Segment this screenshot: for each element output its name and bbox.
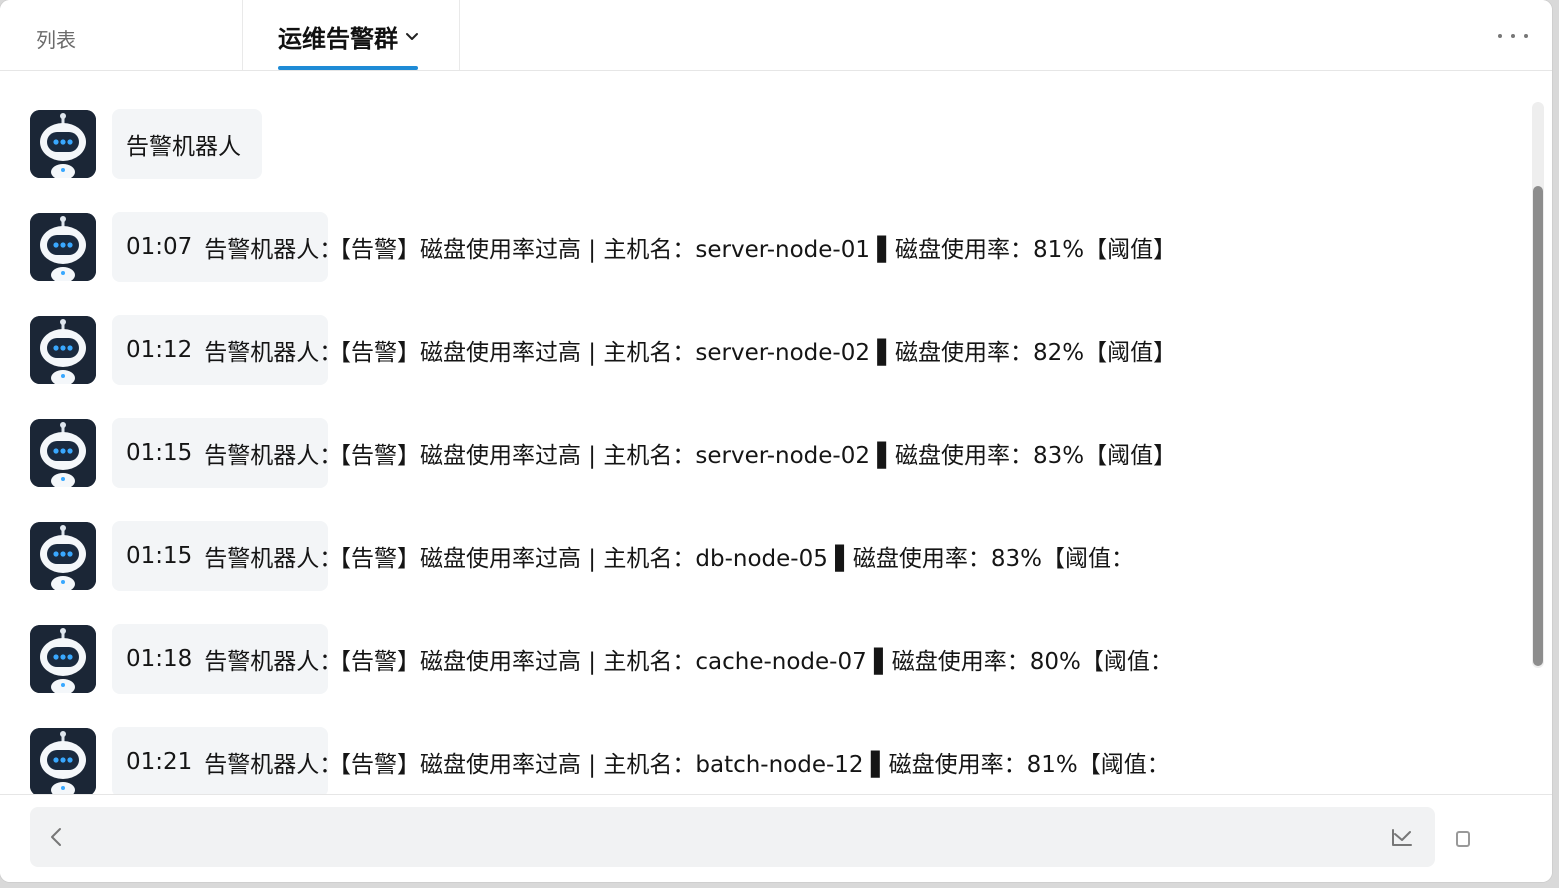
scrollbar-thumb[interactable]	[1533, 186, 1543, 666]
sender-name: 告警机器人：	[204, 752, 343, 778]
send-icon[interactable]	[1391, 826, 1413, 848]
message-text: 【告警】磁盘使用率过高 | 主机名：db-node-05 ▌磁盘使用率：83%【…	[328, 546, 1134, 572]
message-input[interactable]	[30, 807, 1435, 867]
message-item: 01:21 告警机器人： 【告警】磁盘使用率过高 | 主机名：batch-nod…	[30, 727, 1170, 794]
message-text: 【告警】磁盘使用率过高 | 主机名：batch-node-12 ▌磁盘使用率：8…	[328, 752, 1170, 778]
message-item: 告警机器人	[30, 109, 262, 179]
attachment-icon[interactable]	[1456, 831, 1470, 847]
tab-group-label: 运维告警群	[278, 24, 398, 53]
robot-avatar-icon[interactable]	[30, 213, 96, 281]
sender-name: 告警机器人：	[204, 649, 343, 675]
message-text: 【告警】磁盘使用率过高 | 主机名：server-node-01 ▌磁盘使用率：…	[328, 237, 1177, 263]
chat-window: 列表 运维告警群 告警机器人 01:07 告警机器人： 【告警】磁盘使用率过高 …	[0, 0, 1552, 882]
message-item: 01:12 告警机器人： 【告警】磁盘使用率过高 | 主机名：server-no…	[30, 315, 1176, 385]
header: 列表 运维告警群	[0, 0, 1552, 71]
sender-name: 告警机器人：	[204, 546, 343, 572]
message-bubble: 01:15 告警机器人：	[112, 521, 342, 591]
message-list[interactable]: 告警机器人 01:07 告警机器人： 【告警】磁盘使用率过高 | 主机名：ser…	[0, 72, 1527, 794]
message-time: 01:15	[126, 440, 193, 466]
message-bubble: 01:07 告警机器人：	[112, 212, 342, 282]
chevron-left-icon[interactable]	[48, 826, 64, 848]
message-bubble: 01:12 告警机器人：	[112, 315, 342, 385]
chevron-down-icon[interactable]	[404, 28, 420, 44]
message-bubble: 01:18 告警机器人：	[112, 624, 342, 694]
robot-avatar-icon[interactable]	[30, 110, 96, 178]
message-time: 01:07	[126, 234, 193, 260]
tab-group-chat[interactable]: 运维告警群	[244, 0, 460, 70]
message-time: 01:21	[126, 749, 193, 775]
active-tab-indicator	[278, 66, 418, 70]
tab-list[interactable]: 列表	[0, 0, 243, 70]
message-item: 01:18 告警机器人： 【告警】磁盘使用率过高 | 主机名：cache-nod…	[30, 624, 1173, 694]
message-bubble: 告警机器人	[112, 109, 262, 179]
message-bubble: 01:15 告警机器人：	[112, 418, 342, 488]
sender-name: 告警机器人：	[204, 443, 343, 469]
robot-avatar-icon[interactable]	[30, 316, 96, 384]
robot-avatar-icon[interactable]	[30, 625, 96, 693]
message-time: 01:15	[126, 543, 193, 569]
message-text: 【告警】磁盘使用率过高 | 主机名：cache-node-07 ▌磁盘使用率：8…	[328, 649, 1173, 675]
more-icon[interactable]	[1498, 24, 1528, 48]
sender-name: 告警机器人	[126, 134, 241, 160]
message-time: 01:18	[126, 646, 193, 672]
robot-avatar-icon[interactable]	[30, 728, 96, 794]
composer-area	[0, 794, 1552, 882]
message-text: 【告警】磁盘使用率过高 | 主机名：server-node-02 ▌磁盘使用率：…	[328, 340, 1177, 366]
tab-list-label: 列表	[36, 28, 76, 52]
message-item: 01:15 告警机器人： 【告警】磁盘使用率过高 | 主机名：server-no…	[30, 418, 1176, 488]
message-bubble: 01:21 告警机器人：	[112, 727, 342, 794]
sender-name: 告警机器人：	[204, 237, 343, 263]
scrollbar-track[interactable]	[1532, 102, 1544, 668]
message-time: 01:12	[126, 337, 193, 363]
message-text: 【告警】磁盘使用率过高 | 主机名：server-node-02 ▌磁盘使用率：…	[328, 443, 1177, 469]
message-item: 01:07 告警机器人： 【告警】磁盘使用率过高 | 主机名：server-no…	[30, 212, 1176, 282]
robot-avatar-icon[interactable]	[30, 419, 96, 487]
sender-name: 告警机器人：	[204, 340, 343, 366]
message-item: 01:15 告警机器人： 【告警】磁盘使用率过高 | 主机名：db-node-0…	[30, 521, 1134, 591]
robot-avatar-icon[interactable]	[30, 522, 96, 590]
